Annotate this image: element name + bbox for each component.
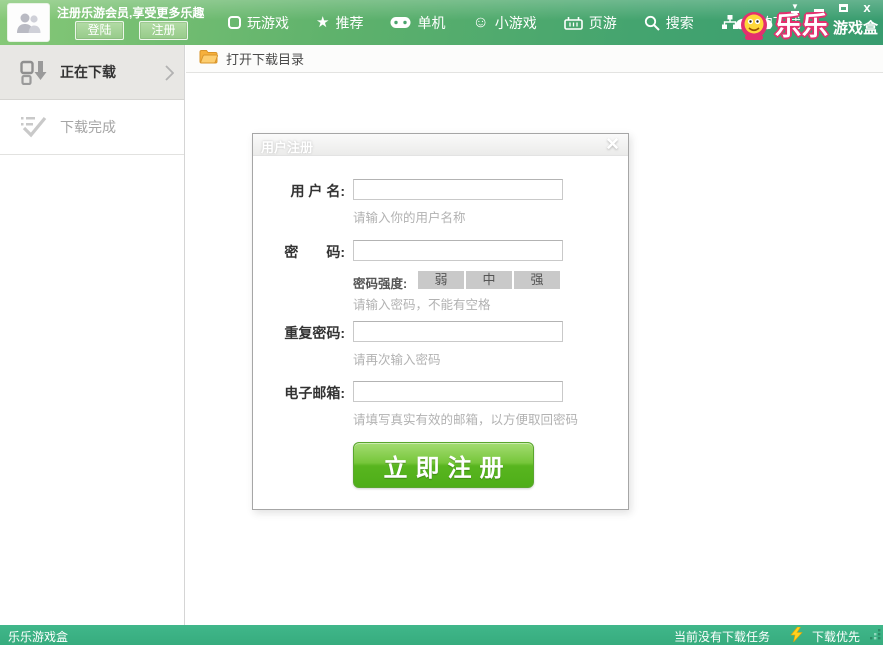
strength-medium: 中 <box>466 271 512 289</box>
password-label: 密 码: <box>268 242 345 262</box>
nav-label: 页游 <box>589 13 617 33</box>
minimize-icon <box>814 9 824 12</box>
nav-item-web-games[interactable]: 页游 <box>564 13 617 33</box>
minimize-button[interactable] <box>807 0 831 15</box>
chevron-right-icon <box>165 65 174 86</box>
downloading-icon <box>20 59 47 90</box>
strength-strong: 强 <box>514 271 560 289</box>
promo-text: 注册乐游会员,享受更多乐趣 <box>57 4 204 21</box>
sidebar: 正在下载 下载完成 <box>0 45 185 625</box>
sidebar-item-label: 正在下载 <box>60 62 116 82</box>
nav-item-standalone[interactable]: 单机 <box>390 13 445 33</box>
resize-grip[interactable] <box>869 628 881 643</box>
menu-caret-icon: ▼ <box>791 3 799 13</box>
nav-item-search[interactable]: 搜索 <box>644 13 694 33</box>
statusbar: 乐乐游戏盒 当前没有下载任务 下载优先 <box>0 625 883 645</box>
repeat-password-label: 重复密码: <box>268 323 345 343</box>
window-controls: ▼ x <box>783 0 879 15</box>
strength-weak: 弱 <box>418 271 464 289</box>
nav-item-play-games[interactable]: 玩游戏 <box>228 13 289 33</box>
username-hint: 请输入你的用户名称 <box>353 207 466 226</box>
search-icon <box>644 15 660 31</box>
login-button[interactable]: 登陆 <box>75 21 124 40</box>
repeat-password-input[interactable] <box>353 321 563 342</box>
sidebar-item-label: 下载完成 <box>60 117 116 137</box>
titlebar: 注册乐游会员,享受更多乐趣 登陆 注册 玩游戏 ★ 推荐 单机 <box>0 0 883 45</box>
smiley-icon: ☺ <box>472 15 488 31</box>
user-avatar-box[interactable] <box>7 3 50 42</box>
nav-label: 推荐 <box>335 13 363 33</box>
web-game-icon <box>564 16 583 30</box>
nav-item-mini-games[interactable]: ☺ 小游戏 <box>472 13 536 33</box>
lightning-icon[interactable] <box>790 627 803 645</box>
maximize-button[interactable] <box>831 0 855 15</box>
users-icon <box>15 11 43 35</box>
email-label: 电子邮箱: <box>268 383 345 403</box>
star-icon: ★ <box>316 15 329 30</box>
logo-face-icon <box>735 8 773 42</box>
dialog-titlebar: 用户注册 × <box>253 134 628 156</box>
app-window: 注册乐游会员,享受更多乐趣 登陆 注册 玩游戏 ★ 推荐 单机 <box>0 0 883 645</box>
download-priority-toggle[interactable]: 下载优先 <box>812 628 860 645</box>
nav-label: 玩游戏 <box>247 13 289 33</box>
registration-dialog: 用户注册 × 用 户 名: 请输入你的用户名称 密 码: 密码强度: 弱 中 强… <box>252 133 629 510</box>
register-button[interactable]: 注册 <box>139 21 188 40</box>
password-strength-label: 密码强度: <box>353 273 407 292</box>
logo-text-sub: 游戏盒 <box>833 17 878 38</box>
nav-label: 小游戏 <box>495 13 537 33</box>
gamepad-icon <box>390 16 411 29</box>
password-input[interactable] <box>353 240 563 261</box>
username-label: 用 户 名: <box>268 181 345 201</box>
email-hint: 请填写真实有效的邮箱，以方便取回密码 <box>353 409 578 428</box>
dialog-close-icon[interactable]: × <box>606 131 619 157</box>
dialog-title: 用户注册 <box>261 137 313 156</box>
register-now-button[interactable]: 立即注册 <box>353 442 534 488</box>
email-input[interactable] <box>353 381 563 402</box>
play-games-icon <box>228 16 241 29</box>
download-complete-icon <box>20 114 47 145</box>
nav-label: 单机 <box>417 13 445 33</box>
folder-icon <box>199 49 218 69</box>
sidebar-item-download-complete[interactable]: 下载完成 <box>0 100 184 155</box>
open-download-dir-link[interactable]: 打开下载目录 <box>226 49 304 68</box>
menu-button[interactable]: ▼ <box>783 0 807 15</box>
password-hint: 请输入密码，不能有空格 <box>353 294 491 313</box>
download-status-text: 当前没有下载任务 <box>674 628 770 645</box>
nav-label: 搜索 <box>666 13 694 33</box>
username-input[interactable] <box>353 179 563 200</box>
nav-item-recommend[interactable]: ★ 推荐 <box>316 13 363 33</box>
sidebar-item-downloading[interactable]: 正在下载 <box>0 45 184 100</box>
repeat-password-hint: 请再次输入密码 <box>353 349 441 368</box>
download-toolbar: 打开下载目录 <box>186 45 883 73</box>
maximize-icon <box>839 4 848 12</box>
main-nav: 玩游戏 ★ 推荐 单机 ☺ 小游戏 <box>228 0 801 45</box>
close-button[interactable]: x <box>855 0 879 15</box>
statusbar-app-name: 乐乐游戏盒 <box>8 628 68 645</box>
password-strength-meter: 弱 中 强 <box>418 271 560 289</box>
